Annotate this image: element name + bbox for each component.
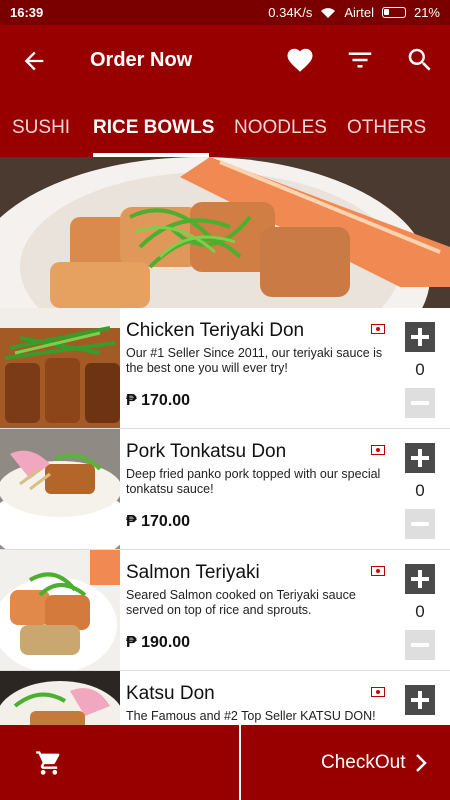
filter-icon[interactable] — [345, 45, 375, 75]
list-item: Pork Tonkatsu Don Deep fried panko pork … — [0, 429, 450, 550]
status-battery: 21% — [413, 5, 440, 20]
heart-icon[interactable] — [285, 45, 315, 75]
battery-icon — [381, 7, 406, 18]
menu-list: Chicken Teriyaki Don Our #1 Seller Since… — [0, 308, 450, 725]
item-quantity: 0 — [415, 360, 425, 379]
japan-flag-icon — [371, 445, 385, 455]
item-price: ₱ 170.00 — [126, 392, 191, 409]
add-button[interactable] — [405, 322, 435, 352]
food-image — [0, 308, 120, 428]
food-image — [0, 429, 120, 549]
checkout-label: CheckOut — [321, 752, 406, 773]
category-tabs: SUSHI RICE BOWLS NOODLES OTHERS — [0, 97, 450, 157]
status-bar: 16:39 0.34K/s Airtel 21% — [0, 0, 450, 25]
app-bar: Order Now — [0, 25, 450, 97]
remove-button[interactable] — [405, 509, 435, 539]
food-image — [0, 550, 120, 670]
chevron-right-icon — [416, 754, 427, 772]
item-description: The Famous and #2 Top Seller KATSU DON! — [126, 709, 376, 723]
bottom-bar: CheckOut — [0, 725, 450, 800]
item-quantity: 0 — [415, 481, 425, 500]
tab-noodles[interactable]: NOODLES — [234, 117, 327, 139]
list-item: Katsu Don The Famous and #2 Top Seller K… — [0, 671, 450, 725]
tab-others[interactable]: OTHERS — [347, 117, 426, 139]
japan-flag-icon — [371, 566, 385, 576]
add-button[interactable] — [405, 443, 435, 473]
japan-flag-icon — [371, 687, 385, 697]
item-name: Katsu Don — [126, 683, 215, 704]
food-image — [0, 671, 120, 725]
add-button[interactable] — [405, 564, 435, 594]
cart-icon[interactable] — [35, 749, 63, 777]
add-button[interactable] — [405, 685, 435, 715]
item-description: Our #1 Seller Since 2011, our teriyaki s… — [126, 346, 383, 375]
hero-image — [0, 157, 450, 308]
status-time: 16:39 — [10, 5, 44, 20]
back-arrow-icon[interactable] — [20, 47, 48, 75]
remove-button[interactable] — [405, 630, 435, 660]
item-quantity: 0 — [415, 602, 425, 621]
tab-rice-bowls[interactable]: RICE BOWLS — [93, 117, 214, 139]
item-name: Salmon Teriyaki — [126, 562, 260, 583]
search-icon[interactable] — [405, 45, 435, 75]
japan-flag-icon — [371, 324, 385, 334]
item-name: Pork Tonkatsu Don — [126, 441, 287, 462]
item-description: Deep fried panko pork topped with our sp… — [126, 467, 381, 496]
list-item: Chicken Teriyaki Don Our #1 Seller Since… — [0, 308, 450, 429]
rice-bowl-illustration — [0, 157, 450, 308]
item-price: ₱ 190.00 — [126, 634, 191, 651]
status-carrier: Airtel — [344, 5, 374, 20]
item-price: ₱ 170.00 — [126, 513, 191, 530]
item-description: Seared Salmon cooked on Teriyaki sauce s… — [126, 588, 356, 617]
tab-sushi[interactable]: SUSHI — [12, 117, 70, 139]
item-name: Chicken Teriyaki Don — [126, 320, 305, 341]
remove-button[interactable] — [405, 388, 435, 418]
list-item: Salmon Teriyaki Seared Salmon cooked on … — [0, 550, 450, 671]
wifi-icon — [321, 7, 336, 18]
checkout-button[interactable]: CheckOut — [241, 725, 450, 800]
status-speed: 0.34K/s — [268, 5, 313, 20]
page-title: Order Now — [90, 49, 193, 71]
